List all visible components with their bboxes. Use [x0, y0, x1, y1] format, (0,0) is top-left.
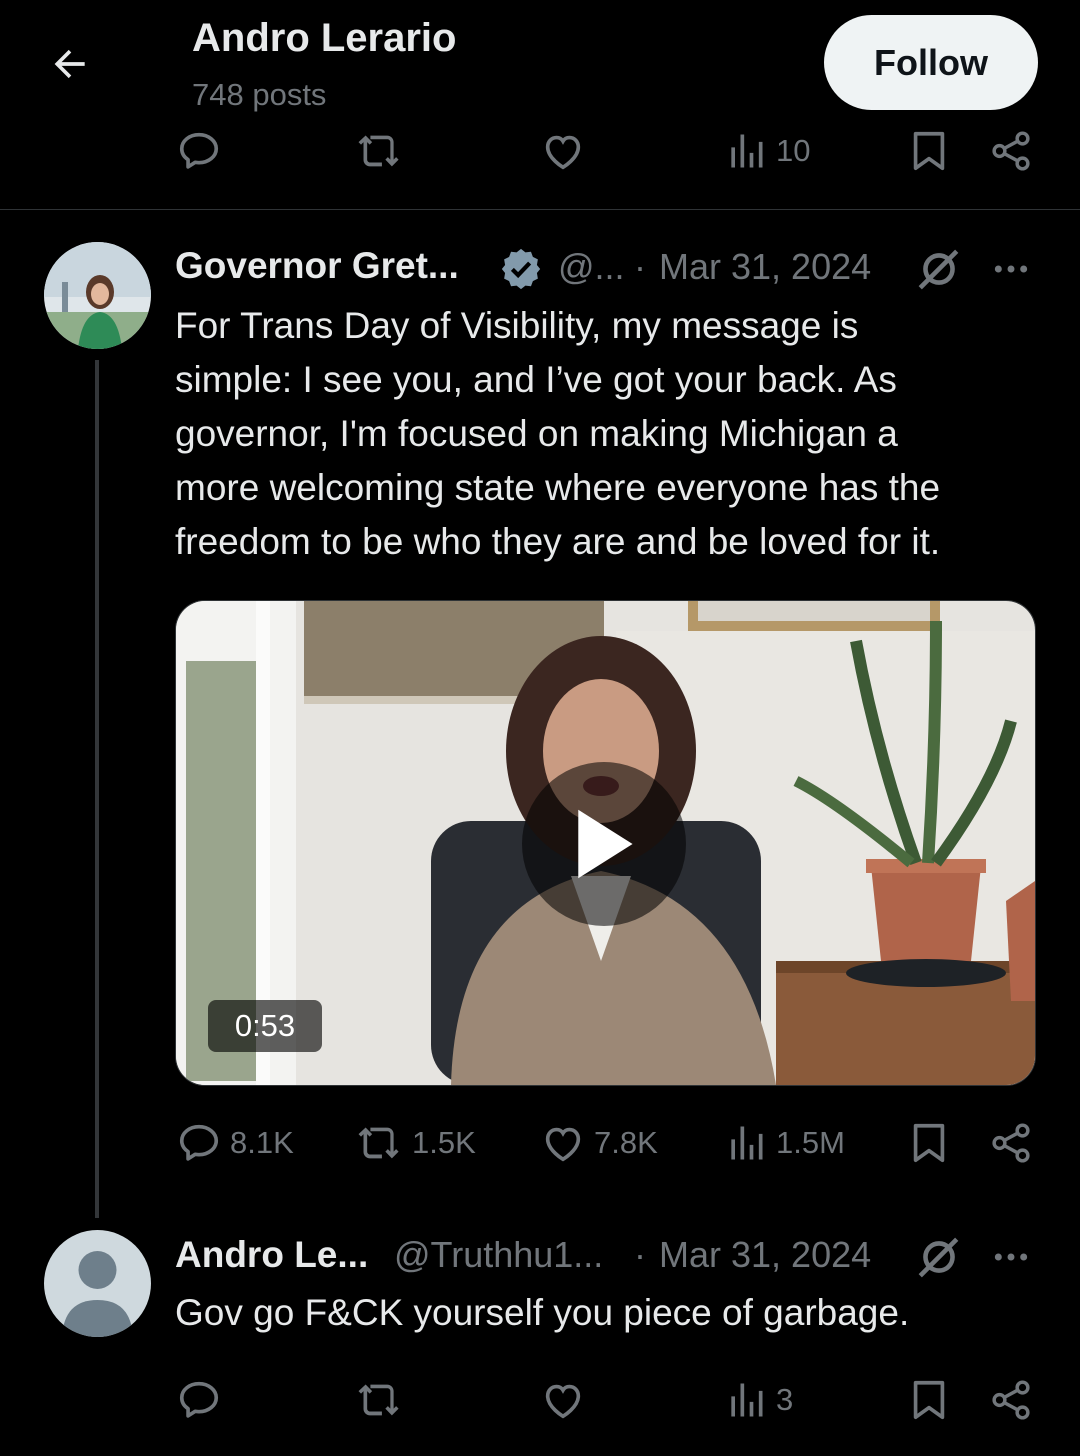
- views-button[interactable]: 10: [724, 128, 810, 174]
- like-button[interactable]: [540, 1377, 586, 1423]
- reply-author-name[interactable]: Andro Le...: [175, 1234, 368, 1276]
- grok-icon: [918, 1237, 959, 1278]
- play-icon: [578, 809, 633, 879]
- like-icon: [545, 1384, 581, 1419]
- like-count: 7.8K: [594, 1125, 658, 1160]
- more-options-button[interactable]: [990, 250, 1032, 293]
- tweet-text-line: simple: I see you, and I’ve got your bac…: [175, 359, 897, 400]
- views-button[interactable]: 1.5M: [724, 1120, 845, 1166]
- meta-separator: ·: [634, 246, 646, 287]
- tweet-text-line: governor, I'm focused on making Michigan…: [175, 413, 898, 454]
- share-icon: [992, 131, 1030, 171]
- verified-badge: [498, 246, 544, 297]
- profile-name: Andro Lerario: [192, 16, 457, 60]
- reply-button[interactable]: 8.1K: [176, 1120, 294, 1166]
- reply-date[interactable]: Mar 31, 2024: [659, 1234, 871, 1276]
- reply-avatar[interactable]: [44, 1230, 151, 1337]
- reply-icon: [179, 132, 219, 169]
- like-button[interactable]: [540, 128, 586, 174]
- repost-count: 1.5K: [412, 1125, 476, 1160]
- views-icon: [731, 1383, 763, 1417]
- tweet-author-name[interactable]: Governor Gret...: [175, 245, 459, 287]
- verified-badge-icon: [501, 248, 541, 290]
- share-button[interactable]: [988, 128, 1034, 174]
- reply-icon: [179, 1381, 219, 1418]
- reply-button[interactable]: [176, 128, 222, 174]
- views-icon: [731, 1126, 763, 1160]
- tweet-text: For Trans Day of Visibility, my message …: [175, 299, 1055, 569]
- repost-button[interactable]: [356, 128, 404, 174]
- like-button[interactable]: 7.8K: [540, 1120, 658, 1166]
- repost-button[interactable]: 1.5K: [356, 1120, 476, 1166]
- post-count: 748 posts: [192, 77, 327, 112]
- grok-icon: [918, 249, 959, 290]
- share-icon: [992, 1123, 1030, 1163]
- reply-count: 8.1K: [230, 1125, 294, 1160]
- repost-icon: [358, 1127, 399, 1159]
- tweet-text-line: For Trans Day of Visibility, my message …: [175, 305, 859, 346]
- avatar-image: [44, 242, 151, 349]
- tweet-text-line: more welcoming state where everyone has …: [175, 467, 941, 508]
- views-button[interactable]: 3: [724, 1377, 793, 1423]
- back-arrow-icon: [54, 49, 85, 79]
- reply-text: Gov go F&CK yourself you piece of garbag…: [175, 1292, 910, 1333]
- back-button[interactable]: [40, 34, 100, 94]
- more-icon: [994, 1253, 1028, 1261]
- share-icon: [992, 1380, 1030, 1420]
- views-count: 3: [776, 1382, 794, 1417]
- reply-icon: [179, 1124, 219, 1161]
- share-button[interactable]: [988, 1377, 1034, 1423]
- tweet-text-line: freedom to be who they are and be loved …: [175, 521, 941, 562]
- meta-separator: ·: [634, 1234, 646, 1275]
- like-icon: [545, 1127, 581, 1162]
- views-count: 10: [776, 133, 811, 168]
- grok-button[interactable]: [914, 244, 964, 299]
- tweet-handle[interactable]: @...: [558, 246, 625, 288]
- reply-handle[interactable]: @Truthhu1...: [394, 1234, 603, 1276]
- bookmark-icon: [913, 131, 945, 171]
- video-duration: 0:53: [208, 1000, 322, 1052]
- default-avatar-icon: [44, 1230, 151, 1337]
- repost-icon: [358, 135, 399, 167]
- more-options-button[interactable]: [990, 1238, 1032, 1281]
- repost-icon: [358, 1384, 399, 1416]
- bookmark-icon: [913, 1123, 945, 1163]
- repost-button[interactable]: [356, 1377, 404, 1423]
- grok-button[interactable]: [914, 1232, 964, 1287]
- governor-avatar[interactable]: [44, 242, 151, 349]
- divider: [0, 209, 1080, 210]
- like-icon: [545, 135, 581, 170]
- bookmark-icon: [913, 1380, 945, 1420]
- bookmark-button[interactable]: [906, 1377, 952, 1423]
- more-icon: [994, 265, 1028, 273]
- play-button[interactable]: [522, 762, 686, 926]
- views-icon: [731, 134, 763, 168]
- thread-line: [95, 360, 99, 1218]
- reply-button[interactable]: [176, 1377, 222, 1423]
- share-button[interactable]: [988, 1120, 1034, 1166]
- views-count: 1.5M: [776, 1125, 845, 1160]
- follow-button[interactable]: Follow: [824, 15, 1038, 110]
- tweet-date[interactable]: Mar 31, 2024: [659, 246, 871, 288]
- bookmark-button[interactable]: [906, 128, 952, 174]
- bookmark-button[interactable]: [906, 1120, 952, 1166]
